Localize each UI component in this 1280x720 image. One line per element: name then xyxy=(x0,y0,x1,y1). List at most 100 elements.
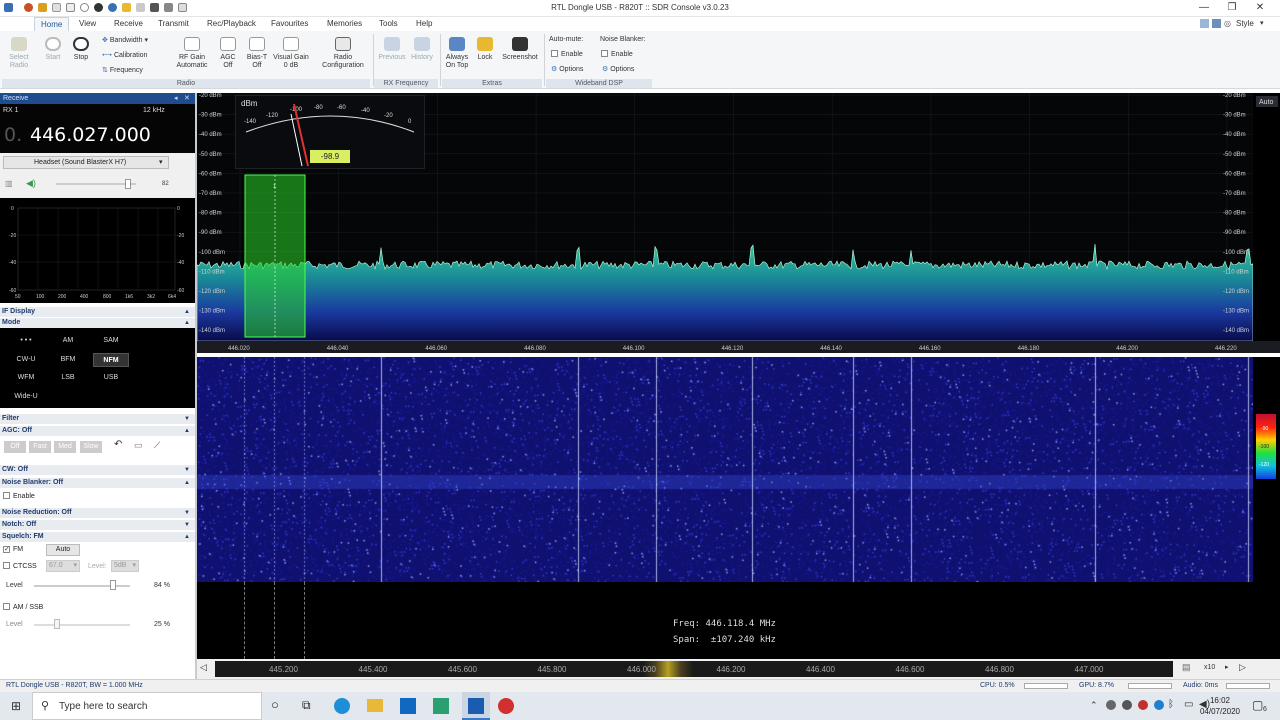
agc-header[interactable]: AGC: Off ▲ xyxy=(0,426,195,436)
tray-chevron-icon[interactable]: ⌃ xyxy=(1090,700,1098,711)
previous-button[interactable]: Previous xyxy=(376,37,408,62)
undo-icon[interactable]: ↶ xyxy=(114,439,122,450)
menu-transmit[interactable]: Transmit xyxy=(158,19,189,28)
layout-icon[interactable] xyxy=(1200,19,1209,28)
sdr-console-icon[interactable] xyxy=(498,698,514,714)
noise-blanker-header[interactable]: Noise Blanker: Off ▲ xyxy=(0,478,195,488)
visual-gain-button[interactable]: Visual Gain 0 dB xyxy=(270,37,312,70)
agc-off-button[interactable]: Off xyxy=(4,441,26,453)
bandwidth-button[interactable]: ✥ Bandwidth ▾ xyxy=(102,36,148,44)
mode-cw-u-button[interactable]: CW-U xyxy=(8,353,44,367)
mode-wfm-button[interactable]: WFM xyxy=(8,371,44,385)
volume-slider-track[interactable] xyxy=(56,183,136,185)
notifications-icon[interactable]: ▢ xyxy=(1252,698,1263,712)
agc-fast-button[interactable]: Fast xyxy=(29,441,51,453)
noise-reduction-header[interactable]: Noise Reduction: Off ▼ xyxy=(0,508,195,518)
task-view-icon[interactable]: ⧉ xyxy=(302,698,311,713)
history-button[interactable]: History xyxy=(408,37,436,62)
mode-nfm-button[interactable]: NFM xyxy=(93,353,129,367)
ctcss-select[interactable]: 67.0 ▾ xyxy=(46,560,80,572)
mode-lsb-button[interactable]: LSB xyxy=(50,371,86,385)
mode-wide-u-button[interactable]: Wide-U xyxy=(8,390,44,404)
style-icon[interactable]: ◎ xyxy=(1224,19,1231,28)
fm-squelch[interactable]: FM xyxy=(3,546,23,553)
minimize-button[interactable]: — xyxy=(1190,1,1218,15)
menu-memories[interactable]: Memories xyxy=(327,19,362,28)
start-button[interactable]: Start xyxy=(40,37,66,62)
nb-enable[interactable]: Enable xyxy=(3,492,35,500)
frequency-display[interactable]: 446.027.000 xyxy=(30,124,151,146)
agc-settings-icon[interactable]: ▭ xyxy=(134,440,143,451)
app-icon[interactable] xyxy=(433,698,449,714)
level2-slider-thumb[interactable] xyxy=(54,619,60,629)
mode-header[interactable]: Mode ▲ xyxy=(0,318,195,328)
menu-favourites[interactable]: Favourites xyxy=(271,19,308,28)
mode-sam-button[interactable]: SAM xyxy=(93,334,129,348)
tray-icon[interactable] xyxy=(1154,700,1164,710)
tray-icon[interactable] xyxy=(1138,700,1148,710)
cw-header[interactable]: CW: Off ▼ xyxy=(0,465,195,475)
restore-button[interactable]: ❐ xyxy=(1218,1,1246,15)
file-explorer-icon[interactable] xyxy=(367,699,383,712)
auto-mute-enable[interactable]: Enable xyxy=(551,50,583,58)
style-chevron-icon[interactable]: ▾ xyxy=(1260,19,1264,27)
mode-usb-button[interactable]: USB xyxy=(93,371,129,385)
fm-checkbox[interactable] xyxy=(3,546,10,553)
auto-mute-options[interactable]: ⚙ Options xyxy=(551,65,583,73)
ctcss[interactable]: CTCSS xyxy=(3,562,37,570)
notch-header[interactable]: Notch: Off ▼ xyxy=(0,520,195,530)
speaker-icon[interactable]: ◀) xyxy=(26,178,36,189)
cortana-icon[interactable]: ○ xyxy=(271,697,279,712)
edge-icon[interactable] xyxy=(334,698,350,714)
mode-bfm-button[interactable]: BFM xyxy=(50,353,86,367)
network-icon[interactable]: ▭ xyxy=(1184,699,1193,710)
agc-slow-button[interactable]: Slow xyxy=(80,441,102,453)
close-icon[interactable]: ✕ xyxy=(184,93,190,104)
layout-alt-icon[interactable] xyxy=(1212,19,1221,28)
taskbar-search[interactable]: ⚲ Type here to search xyxy=(32,692,262,720)
agc-button[interactable]: AGC Off xyxy=(216,37,240,70)
frequency-button[interactable]: ⇅ Frequency xyxy=(102,66,143,74)
level2-slider-track[interactable] xyxy=(34,624,130,626)
rf-gain-button[interactable]: RF Gain Automatic xyxy=(170,37,214,70)
nb-enable-checkbox[interactable] xyxy=(3,492,10,499)
menu-help[interactable]: Help xyxy=(416,19,432,28)
close-button[interactable]: ✕ xyxy=(1246,1,1274,15)
mode-more-button[interactable]: • • • xyxy=(8,334,44,348)
stop-button[interactable]: Stop xyxy=(68,37,94,62)
equalizer-icon[interactable]: ▥ xyxy=(5,179,13,188)
filter-header[interactable]: Filter ▼ xyxy=(0,414,195,424)
squelch-header[interactable]: Squelch: FM ▲ xyxy=(0,532,195,542)
calibration-button[interactable]: ⟷ Calibration xyxy=(102,51,147,59)
agc-graph-icon[interactable]: ⟋ xyxy=(154,440,160,451)
audio-device-select[interactable]: Headset (Sound BlasterX H7) ▾ xyxy=(3,156,169,169)
screenshot-button[interactable]: Screenshot xyxy=(498,37,542,62)
mode-am-button[interactable]: AM xyxy=(50,334,86,348)
if-display-header[interactable]: IF Display ▲ xyxy=(0,307,195,317)
clock-date[interactable]: 04/07/2020 xyxy=(1198,707,1242,716)
pin-icon[interactable]: ◂ xyxy=(174,93,178,104)
menu-receive[interactable]: Receive xyxy=(114,19,143,28)
auto-button[interactable]: Auto xyxy=(46,544,80,556)
noise-blanker-enable[interactable]: Enable xyxy=(601,50,633,58)
windows-start-icon[interactable]: ⊞ xyxy=(0,692,32,720)
overview-back-icon[interactable]: ◁ xyxy=(200,662,207,673)
lock-button[interactable]: Lock xyxy=(474,37,496,62)
menu-rec-playback[interactable]: Rec/Playback xyxy=(207,19,256,28)
noise-blanker-checkbox[interactable] xyxy=(601,50,608,57)
outlook-icon[interactable] xyxy=(400,698,416,714)
radio-configuration-button[interactable]: Radio Configuration xyxy=(316,37,370,70)
spectrum-display[interactable]: -20 dBm -30 dBm -40 dBm -50 dBm -60 dBm -70 d… xyxy=(196,93,1280,353)
level-db-select[interactable]: 5dB ▾ xyxy=(111,560,139,572)
menu-view[interactable]: View xyxy=(79,19,96,28)
zoom-chevron-icon[interactable]: ▸ xyxy=(1225,663,1229,671)
style-menu[interactable]: Style xyxy=(1236,19,1254,28)
zoom-value[interactable]: x10 xyxy=(1204,664,1215,671)
clock-time[interactable]: 16:02 xyxy=(1202,696,1238,705)
menu-home[interactable]: Home xyxy=(34,17,70,31)
select-radio-button[interactable]: Select Radio xyxy=(4,37,34,70)
agc-med-button[interactable]: Med xyxy=(54,441,76,453)
ctcss-checkbox[interactable] xyxy=(3,562,10,569)
waterfall-canvas[interactable] xyxy=(197,357,1253,582)
tray-icon[interactable] xyxy=(1122,700,1132,710)
